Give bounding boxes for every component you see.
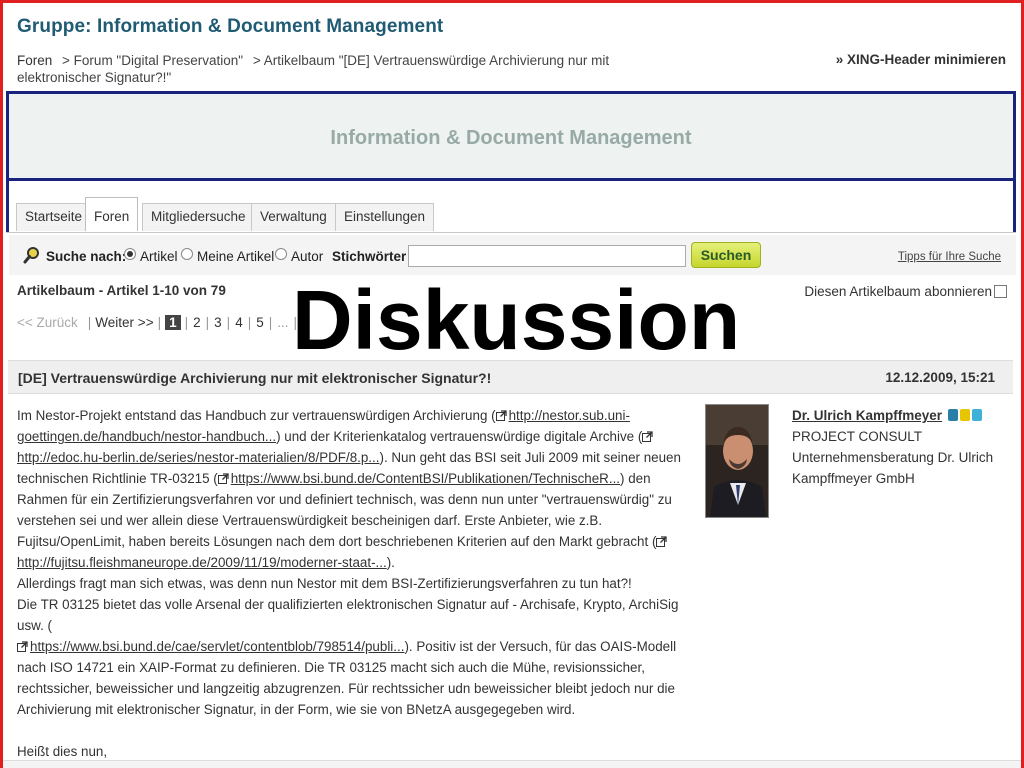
group-title: Gruppe: Information & Document Managemen… [17,16,444,37]
keywords-label: Stichwörter [332,249,407,264]
pager-current-page: 1 [165,315,181,330]
contact-status-icon[interactable] [947,409,958,421]
tab-bar-divider [6,232,1016,233]
external-link[interactable]: http://fujitsu.fleishmaneurope.de/2009/1… [17,555,387,570]
tab-verwaltung[interactable]: Verwaltung [251,203,336,231]
pagination: << Zurück | Weiter >> | 1 | 2 | 3 | 4 | … [17,315,311,330]
article-paragraph: Im Nestor-Projekt entstand das Handbuch … [17,405,682,573]
text: ) und der Kriterienkatalog vertrauenswür… [276,429,643,444]
tab-label: Verwaltung [260,209,327,224]
tab-label: Einstellungen [344,209,426,224]
keywords-input[interactable] [408,245,686,267]
radio-artikel[interactable] [124,248,136,260]
tab-einstellungen[interactable]: Einstellungen [335,203,435,231]
bottom-strip [0,760,1024,768]
external-link-icon [495,410,507,421]
premium-member-icon [959,409,970,421]
breadcrumb: Foren > Forum "Digital Preservation" > A… [17,52,667,86]
article-tree-header: Artikelbaum - Artikel 1-10 von 79 [17,283,226,298]
article-date: 12.12.2009, 15:21 [885,370,995,385]
search-bar: Suche nach: Artikel Meine Artikel Autor … [6,235,1016,275]
external-link[interactable]: https://www.bsi.bund.de/ContentBSI/Publi… [231,471,620,486]
tab-label: Foren [94,209,130,224]
text: Die TR 03125 bietet das volle Arsenal de… [17,597,679,633]
external-link-icon [17,641,28,652]
article-paragraph: Allerdings fragt man sich etwas, was den… [17,576,632,591]
group-header-banner: Information & Document Management [6,91,1016,181]
tab-bar: Startseite Foren Mitgliedersuche Verwalt… [6,181,1016,233]
text: Im Nestor-Projekt entstand das Handbuch … [17,408,496,423]
pager-separator: | [268,315,273,330]
tab-startseite[interactable]: Startseite [16,203,92,231]
tab-mitgliedersuche[interactable]: Mitgliedersuche [142,203,255,231]
pager-page[interactable]: 3 [214,315,222,330]
search-button[interactable]: Suchen [691,242,761,268]
author-portrait-image [706,405,768,517]
external-link-icon [217,473,229,484]
radio-meine-artikel-label: Meine Artikel [197,249,275,264]
banner-title: Information & Document Management [330,127,692,149]
ambassador-icon [971,409,982,421]
radio-meine-artikel[interactable] [181,248,193,260]
tab-label: Startseite [25,209,83,224]
article-paragraph: Die TR 03125 bietet das volle Arsenal de… [17,594,682,720]
pager-separator: | [205,315,210,330]
article-paragraph: Heißt dies nun, [17,744,108,759]
article-body: Im Nestor-Projekt entstand das Handbuch … [17,405,682,762]
radio-artikel-label: Artikel [140,249,178,264]
tab-label: Mitgliedersuche [151,209,246,224]
pager-page[interactable]: 2 [193,315,201,330]
author-name-link[interactable]: Dr. Ulrich Kampffmeyer [792,408,942,423]
breadcrumb-foren[interactable]: Foren [17,53,52,68]
external-link-icon [642,431,653,442]
external-link[interactable]: https://www.bsi.bund.de/cae/servlet/cont… [30,639,404,654]
author-avatar[interactable] [705,404,769,518]
subscribe-label: Diesen Artikelbaum abonnieren [804,284,992,299]
radio-autor-label: Autor [291,249,324,264]
pager-next[interactable]: Weiter >> [95,315,153,330]
slide-heading-overlay: Diskussion [292,273,741,367]
subscribe-checkbox[interactable] [994,285,1007,298]
minimize-header-link[interactable]: » XING-Header minimieren [836,52,1006,67]
search-label: Suche nach: [46,249,127,264]
pager-separator: | [226,315,231,330]
external-link[interactable]: http://edoc.hu-berlin.de/series/nestor-m… [17,450,379,465]
pager-separator: | [157,315,162,330]
radio-autor[interactable] [275,248,287,260]
pager-separator: | [87,315,92,330]
pager-page[interactable]: 5 [256,315,264,330]
pager-ellipsis: ... [277,315,289,330]
text: ). [386,555,395,570]
pager-prev: << Zurück [17,315,78,330]
article-title: [DE] Vertrauenswürdige Archivierung nur … [18,370,492,386]
author-company-full: Unternehmensberatung Dr. Ulrich Kampffme… [792,450,994,486]
author-info: Dr. Ulrich Kampffmeyer PROJECT CONSULT U… [792,405,1012,489]
author-company: PROJECT CONSULT [792,429,923,444]
magnifier-icon [23,247,39,264]
search-tips-link[interactable]: Tipps für Ihre Suche [898,251,1001,263]
pager-page[interactable]: 4 [235,315,243,330]
external-link-icon [656,536,668,547]
breadcrumb-forum[interactable]: > Forum "Digital Preservation" [62,53,243,68]
pager-separator: | [184,315,189,330]
tab-foren[interactable]: Foren [85,197,139,231]
pager-separator: | [247,315,252,330]
